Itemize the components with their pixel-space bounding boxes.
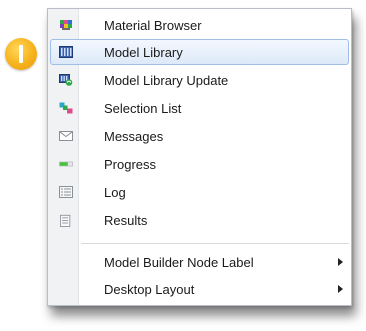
- menu-item-log[interactable]: Log: [50, 179, 349, 205]
- model-library-update-icon: [59, 74, 73, 86]
- context-menu: Material Browser Model Library Model Lib…: [47, 8, 352, 306]
- menu-item-label: Desktop Layout: [104, 282, 195, 297]
- menu-item-messages[interactable]: Messages: [50, 123, 349, 149]
- menu-item-label: Model Builder Node Label: [104, 255, 254, 270]
- menu-item-label: Results: [104, 213, 148, 228]
- menu-item-label: Selection List: [104, 101, 182, 116]
- selection-list-icon: [59, 102, 73, 114]
- material-browser-icon: [60, 20, 72, 30]
- submenu-arrow-icon: [338, 285, 343, 293]
- menu-item-label: Log: [104, 185, 126, 200]
- menu-item-model-builder-node-label[interactable]: Model Builder Node Label: [50, 249, 349, 275]
- menu-item-label: Messages: [104, 129, 164, 144]
- submenu-arrow-icon: [338, 258, 343, 266]
- menu-item-material-browser[interactable]: Material Browser: [50, 12, 349, 38]
- progress-bar-icon: [59, 161, 73, 167]
- menu-item-label: Material Browser: [104, 18, 202, 33]
- model-library-icon: [59, 46, 73, 58]
- menu-item-progress[interactable]: Progress: [50, 151, 349, 177]
- envelope-icon: [59, 131, 73, 141]
- stage: Material Browser Model Library Model Lib…: [0, 0, 366, 331]
- menu-item-model-library-update[interactable]: Model Library Update: [50, 67, 349, 93]
- menu-item-selection-list[interactable]: Selection List: [50, 95, 349, 121]
- step-badge-icon: [5, 38, 37, 70]
- badge-bar: [19, 45, 23, 63]
- menu-item-label: Model Library Update: [104, 73, 229, 88]
- menu-item-label: Progress: [104, 157, 157, 172]
- menu-item-label: Model Library: [104, 45, 183, 60]
- menu-item-desktop-layout[interactable]: Desktop Layout: [50, 276, 349, 302]
- menu-separator: [81, 243, 349, 244]
- log-icon: [59, 186, 73, 198]
- menu-item-results[interactable]: Results: [50, 207, 349, 233]
- menu-item-model-library[interactable]: Model Library: [50, 39, 349, 65]
- results-icon: [60, 214, 71, 227]
